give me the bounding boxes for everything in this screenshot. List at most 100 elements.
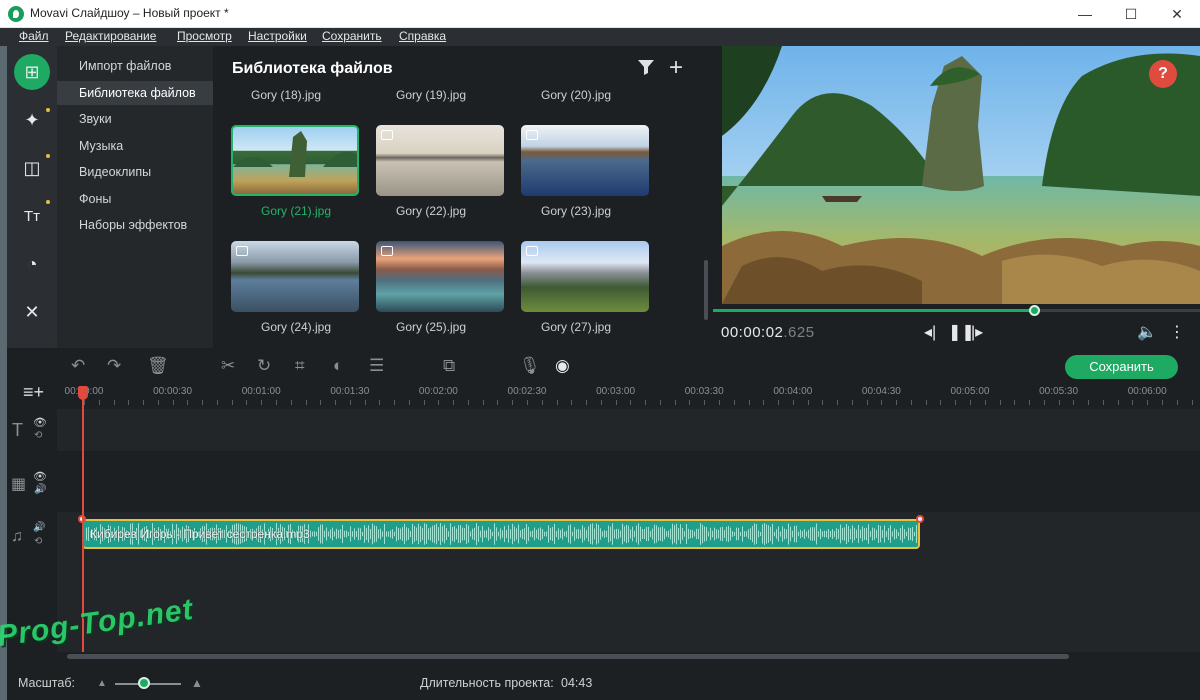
thumb-label: Gory (27).jpg bbox=[540, 320, 612, 334]
waveform-bar bbox=[644, 528, 645, 540]
next-frame-icon[interactable]: |▸ bbox=[971, 322, 983, 342]
waveform-bar bbox=[750, 528, 751, 540]
redo-icon[interactable]: ↷ bbox=[107, 356, 121, 376]
visibility-icon[interactable]: 👁 bbox=[33, 470, 47, 483]
category-effect-sets[interactable]: Наборы эффектов bbox=[57, 213, 213, 237]
waveform-bar bbox=[556, 531, 557, 537]
volume-icon[interactable]: 🔈 bbox=[1137, 322, 1157, 342]
waveform-bar bbox=[786, 529, 787, 539]
category-backgrounds[interactable]: Фоны bbox=[57, 187, 213, 211]
preview-image[interactable] bbox=[722, 46, 1200, 304]
thumbnail-gory-22[interactable] bbox=[376, 125, 504, 196]
thumbnail-gory-23[interactable] bbox=[521, 125, 649, 196]
zoom-out-icon[interactable]: ▲ bbox=[97, 678, 107, 689]
waveform-bar bbox=[676, 523, 677, 545]
thumbnail-gory-27[interactable] bbox=[521, 241, 649, 312]
titles-button[interactable]: Tт bbox=[14, 198, 50, 234]
clip-end-handle[interactable] bbox=[915, 515, 924, 523]
thumbnail-gory-25[interactable] bbox=[376, 241, 504, 312]
prev-frame-icon[interactable]: ◂| bbox=[924, 322, 936, 342]
add-track-icon[interactable]: ≡+ bbox=[23, 382, 44, 403]
filter-icon[interactable] bbox=[637, 58, 655, 82]
category-import[interactable]: Импорт файлов bbox=[57, 54, 213, 78]
zoom-in-icon[interactable]: ▲ bbox=[191, 676, 203, 690]
waveform-bar bbox=[614, 529, 615, 539]
properties-icon[interactable]: ☰ bbox=[369, 356, 384, 376]
rotate-icon[interactable]: ↻ bbox=[257, 356, 271, 376]
waveform-bar bbox=[520, 530, 521, 538]
waveform-bar bbox=[388, 531, 389, 537]
sound-icon[interactable]: 🔊 bbox=[34, 484, 46, 495]
add-icon[interactable]: + bbox=[669, 54, 683, 82]
category-videoclips[interactable]: Видеоклипы bbox=[57, 160, 213, 184]
waveform-bar bbox=[386, 531, 387, 537]
waveform-bar bbox=[352, 531, 353, 537]
cut-icon[interactable]: ✂ bbox=[221, 356, 235, 376]
link-icon[interactable]: ⟲ bbox=[34, 536, 42, 547]
waveform-bar bbox=[590, 524, 591, 544]
timeline-ruler[interactable]: 00:00:0000:00:3000:01:0000:01:3000:02:00… bbox=[57, 381, 1200, 409]
menu-view[interactable]: Просмотр bbox=[177, 29, 232, 43]
close-button[interactable]: ✕ bbox=[1154, 0, 1200, 28]
video-lane[interactable] bbox=[57, 452, 1200, 512]
ruler-tick bbox=[645, 400, 647, 405]
thumbnail-gory-21[interactable] bbox=[231, 125, 359, 196]
visibility-icon[interactable]: 👁 bbox=[33, 416, 47, 429]
menu-save[interactable]: Сохранить bbox=[322, 29, 382, 43]
waveform-bar bbox=[732, 531, 733, 537]
ruler-tick bbox=[467, 400, 469, 405]
color-adjust-icon[interactable]: ◐ bbox=[333, 356, 343, 376]
ruler-tick bbox=[157, 400, 159, 405]
filters-button[interactable]: ◔ bbox=[14, 246, 50, 282]
menu-edit[interactable]: Редактирование bbox=[65, 29, 156, 43]
undo-icon[interactable]: ↶ bbox=[71, 356, 85, 376]
link-icon[interactable]: ⟲ bbox=[34, 430, 42, 441]
delete-icon[interactable]: 🗑 bbox=[147, 356, 169, 376]
playhead-handle[interactable] bbox=[78, 386, 88, 400]
overlay-icon[interactable]: ⧉ bbox=[443, 356, 455, 376]
waveform-bar bbox=[402, 527, 403, 541]
zoom-knob[interactable] bbox=[138, 677, 150, 689]
thumbnail-gory-24[interactable] bbox=[231, 241, 359, 312]
library-scrollbar[interactable] bbox=[704, 260, 708, 320]
maximize-button[interactable]: ☐ bbox=[1108, 0, 1154, 28]
menu-settings[interactable]: Настройки bbox=[248, 29, 307, 43]
waveform-bar bbox=[792, 530, 793, 538]
timeline-scrollbar[interactable] bbox=[67, 654, 1069, 659]
waveform-bar bbox=[548, 525, 549, 543]
tools-button[interactable]: ✕ bbox=[14, 294, 50, 330]
preview-progress[interactable] bbox=[713, 305, 1200, 316]
minimize-button[interactable]: — bbox=[1062, 0, 1108, 28]
save-button[interactable]: Сохранить bbox=[1065, 355, 1178, 379]
category-library[interactable]: Библиотека файлов bbox=[57, 81, 213, 105]
waveform-bar bbox=[86, 527, 87, 541]
crop-icon[interactable]: ⌗ bbox=[295, 356, 305, 376]
effects-button[interactable]: ✦ bbox=[14, 102, 50, 138]
waveform-bar bbox=[780, 531, 781, 537]
waveform-bar bbox=[908, 527, 909, 541]
menu-help[interactable]: Справка bbox=[399, 29, 446, 43]
category-sounds[interactable]: Звуки bbox=[57, 107, 213, 131]
webcam-icon[interactable]: ◉ bbox=[555, 356, 570, 376]
ruler-tick bbox=[364, 400, 366, 405]
waveform-bar bbox=[428, 528, 429, 540]
audio-lane[interactable]: Кибирев Игорь - Привет сестренка.mp3 bbox=[57, 512, 1200, 652]
transitions-button[interactable]: ◫ bbox=[14, 150, 50, 186]
thumb-label: Gory (18).jpg bbox=[250, 88, 322, 102]
sound-icon[interactable]: 🔊 bbox=[33, 522, 45, 533]
ruler-tick-label: 00:02:30 bbox=[507, 386, 547, 397]
import-button[interactable]: ⊞ bbox=[14, 54, 50, 90]
help-button[interactable]: ? bbox=[1149, 60, 1177, 88]
menu-file[interactable]: Файл bbox=[19, 29, 49, 43]
text-lane[interactable] bbox=[57, 409, 1200, 451]
duration-value: 04:43 bbox=[561, 676, 593, 690]
more-options-icon[interactable]: ⋮ bbox=[1169, 322, 1185, 342]
progress-knob[interactable] bbox=[1029, 305, 1041, 316]
waveform-bar bbox=[442, 526, 443, 542]
ruler-tick bbox=[704, 400, 706, 405]
waveform-bar bbox=[406, 527, 407, 541]
category-music[interactable]: Музыка bbox=[57, 134, 213, 158]
audio-clip[interactable]: Кибирев Игорь - Привет сестренка.mp3 bbox=[82, 519, 920, 549]
waveform-bar bbox=[88, 526, 89, 542]
microphone-icon[interactable]: 🎙 bbox=[519, 356, 541, 376]
